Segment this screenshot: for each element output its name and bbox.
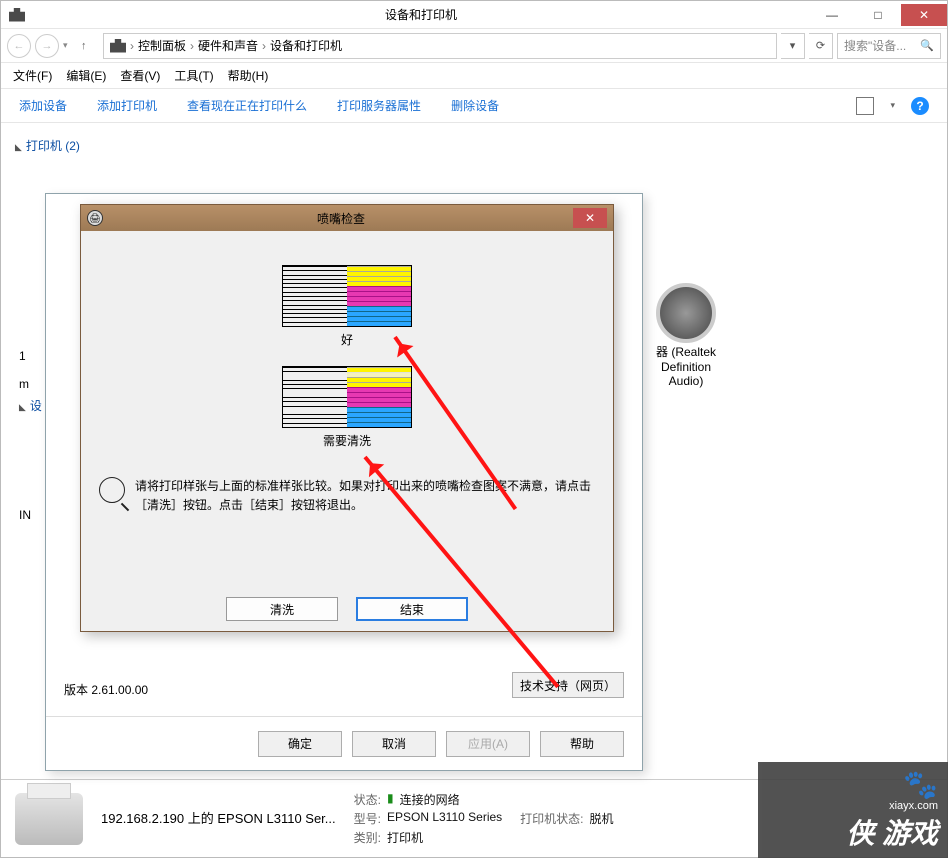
device-speaker[interactable]: 器 (Realtek Definition Audio) <box>631 283 741 388</box>
magnifier-icon <box>99 477 125 503</box>
device-label: Audio) <box>631 374 741 388</box>
category-devices[interactable]: 设 <box>19 397 42 414</box>
history-dropdown[interactable]: ▾ <box>63 40 77 51</box>
view-dropdown-icon[interactable]: ▾ <box>890 100 895 111</box>
model-value: EPSON L3110 Series <box>387 810 502 827</box>
nozzle-body: 好 需要清洗 请将打印样张与上面的标准样张比较。如果对打印出来的喷嘴检查图案不满… <box>81 231 613 631</box>
refresh-button[interactable]: ⟳ <box>809 33 833 59</box>
ok-button[interactable]: 确定 <box>258 731 342 757</box>
tech-support-button[interactable]: 技术支持（网页） <box>512 672 624 698</box>
printer-status-value: 脱机 <box>590 810 614 827</box>
remove-device-button[interactable]: 删除设备 <box>451 97 499 114</box>
menu-bar: 文件(F) 编辑(E) 查看(V) 工具(T) 帮助(H) <box>1 63 947 89</box>
watermark-brand: 侠 游戏 <box>846 812 938 852</box>
watermark: 🐾 xiayx.com 侠 游戏 <box>758 762 948 858</box>
category-label: 类别: <box>354 829 381 846</box>
finish-button[interactable]: 结束 <box>356 597 468 621</box>
menu-view[interactable]: 查看(V) <box>120 67 160 84</box>
back-button[interactable]: ← <box>7 34 31 58</box>
titlebar: 设备和打印机 — □ ✕ <box>1 1 947 29</box>
good-pattern <box>282 265 412 327</box>
details-title: 192.168.2.190 上的 EPSON L3110 Ser... <box>101 808 336 827</box>
address-bar[interactable]: › 控制面板 › 硬件和声音 › 设备和打印机 <box>103 33 777 59</box>
help-button[interactable]: 帮助 <box>540 731 624 757</box>
close-button[interactable]: ✕ <box>901 4 947 26</box>
print-server-props-button[interactable]: 打印服务器属性 <box>337 97 421 114</box>
watermark-site: xiayx.com <box>889 800 938 812</box>
add-device-button[interactable]: 添加设备 <box>19 97 67 114</box>
instruction-text: 请将打印样张与上面的标准样张比较。如果对打印出来的喷嘴检查图案不满意，请点击［清… <box>135 477 595 515</box>
breadcrumb-item[interactable]: 控制面板 <box>138 37 186 54</box>
navigation-bar: ← → ▾ ↑ › 控制面板 › 硬件和声音 › 设备和打印机 ▾ ⟳ 搜索"设… <box>1 29 947 63</box>
model-label: 型号: <box>354 810 381 827</box>
search-placeholder: 搜索"设备... <box>844 37 906 54</box>
printer-large-icon <box>15 793 83 845</box>
device-label: Definition <box>631 360 741 374</box>
window-title: 设备和打印机 <box>33 6 809 23</box>
breadcrumb-item[interactable]: 设备和打印机 <box>270 37 342 54</box>
view-options-button[interactable] <box>856 97 874 115</box>
menu-help[interactable]: 帮助(H) <box>228 67 269 84</box>
search-icon: 🔍 <box>920 39 934 52</box>
speaker-icon <box>656 283 716 343</box>
nozzle-samples: 好 需要清洗 <box>99 265 595 449</box>
printer-small-icon: 🖨 <box>87 210 103 226</box>
nozzle-title: 喷嘴检查 <box>109 210 573 227</box>
apply-button[interactable]: 应用(A) <box>446 731 530 757</box>
device-label: 器 (Realtek <box>631 343 741 360</box>
nozzle-check-dialog: 🖨 喷嘴检查 ✕ 好 需要清洗 请将打印样张与上面的标准样张比较。 <box>80 204 614 632</box>
help-button[interactable]: ? <box>911 97 929 115</box>
nozzle-button-row: 清洗 结束 <box>81 597 613 621</box>
left-clipped-labels: 1 m 设 IN <box>19 343 42 528</box>
needclean-sample: 需要清洗 <box>282 366 412 449</box>
breadcrumb-sep: › <box>130 39 134 53</box>
printer-icon <box>9 8 25 22</box>
properties-button-bar: 确定 取消 应用(A) 帮助 <box>46 716 642 770</box>
search-input[interactable]: 搜索"设备... 🔍 <box>837 33 941 59</box>
system-controls: — □ ✕ <box>809 4 947 26</box>
address-dropdown[interactable]: ▾ <box>781 33 805 59</box>
needclean-label: 需要清洗 <box>282 432 412 449</box>
paw-icon: 🐾 <box>903 768 938 801</box>
up-button[interactable]: ↑ <box>81 40 99 52</box>
maximize-button[interactable]: □ <box>855 4 901 26</box>
category-value: 打印机 <box>387 829 423 846</box>
menu-tools[interactable]: 工具(T) <box>174 67 213 84</box>
version-label: 版本 2.61.00.00 <box>64 681 148 698</box>
cancel-button[interactable]: 取消 <box>352 731 436 757</box>
nozzle-close-button[interactable]: ✕ <box>573 208 607 228</box>
printer-icon <box>110 39 126 53</box>
minimize-button[interactable]: — <box>809 4 855 26</box>
needclean-pattern <box>282 366 412 428</box>
menu-edit[interactable]: 编辑(E) <box>66 67 106 84</box>
category-printers[interactable]: 打印机 (2) <box>15 137 933 154</box>
clean-button[interactable]: 清洗 <box>226 597 338 621</box>
forward-button[interactable]: → <box>35 34 59 58</box>
nozzle-titlebar: 🖨 喷嘴检查 ✕ <box>81 205 613 231</box>
command-bar: 添加设备 添加打印机 查看现在正在打印什么 打印服务器属性 删除设备 ▾ ? <box>1 89 947 123</box>
printer-status-label: 打印机状态: <box>520 810 583 827</box>
add-printer-button[interactable]: 添加打印机 <box>97 97 157 114</box>
status-value: 连接的网络 <box>400 791 460 808</box>
menu-file[interactable]: 文件(F) <box>13 67 52 84</box>
breadcrumb-item[interactable]: 硬件和声音 <box>198 37 258 54</box>
instruction-row: 请将打印样张与上面的标准样张比较。如果对打印出来的喷嘴检查图案不满意，请点击［清… <box>99 477 595 515</box>
status-label: 状态: <box>354 791 381 808</box>
see-whats-printing-button[interactable]: 查看现在正在打印什么 <box>187 97 307 114</box>
